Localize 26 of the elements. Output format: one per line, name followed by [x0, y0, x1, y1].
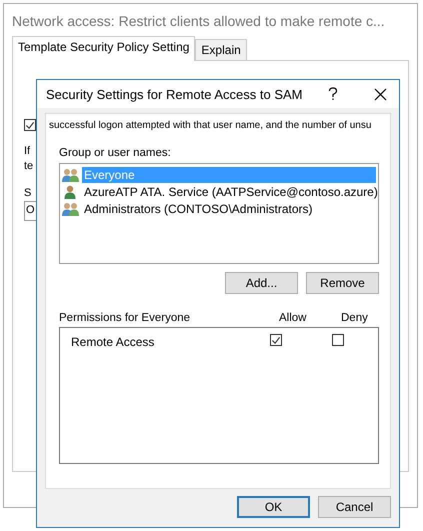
- permissions-label: Permissions for Everyone: [59, 312, 192, 324]
- checkbox[interactable]: [270, 334, 282, 346]
- checkbox[interactable]: [24, 119, 36, 131]
- users-icon: [62, 168, 80, 182]
- tab[interactable]: Template Security Policy Setting: [12, 36, 196, 61]
- description-text: te: [24, 158, 34, 174]
- dialog-title: Security Settings for Remote Access to SAM: [46, 86, 304, 102]
- tab[interactable]: Explain: [195, 39, 247, 60]
- close-icon[interactable]: [374, 88, 387, 100]
- column-header: Deny: [341, 312, 369, 324]
- ok-button[interactable]: OK: [237, 496, 310, 518]
- list-item[interactable]: AzureATP ATA. Service (AATPService@contoso.azure): [82, 184, 380, 200]
- window-title: Network access: Restrict clients allowed to make remote c...: [12, 13, 385, 29]
- description-text: If: [24, 144, 30, 158]
- column-header: Allow: [279, 312, 308, 324]
- checkbox[interactable]: [332, 334, 344, 346]
- permission-name: Remote Access: [71, 334, 156, 348]
- group-label: Group or user names:: [59, 147, 172, 159]
- users-icon: [62, 202, 80, 216]
- cancel-button[interactable]: Cancel: [318, 496, 391, 518]
- list-item[interactable]: Administrators (CONTOSO\Administrators): [82, 200, 314, 216]
- setting-label: S: [24, 186, 32, 198]
- help-icon[interactable]: [328, 87, 338, 101]
- add-button[interactable]: Add...: [225, 272, 298, 294]
- remove-button[interactable]: Remove: [306, 272, 379, 294]
- description-text: successful logon attempted with that user name, and the number of unsu: [49, 119, 372, 133]
